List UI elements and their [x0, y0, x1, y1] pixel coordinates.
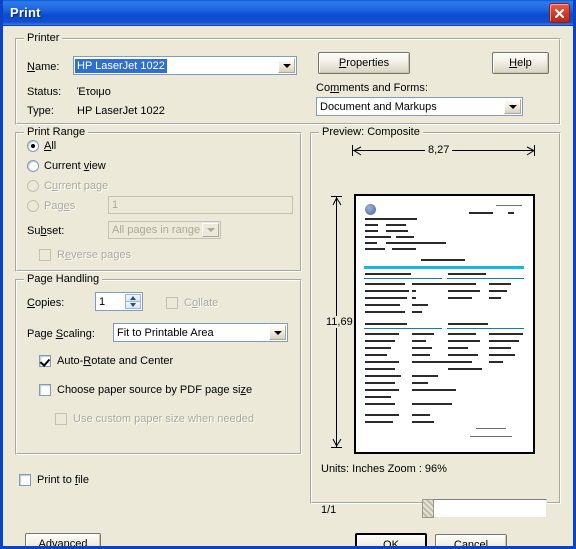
page-indicator-label: 1/1	[321, 504, 337, 516]
auto-rotate-check-indicator	[39, 355, 51, 367]
copies-value: 1	[99, 295, 106, 308]
radio-current-page-label: Current page	[44, 180, 109, 192]
subset-value: All pages in range	[112, 224, 201, 236]
properties-button-label: Properties	[338, 57, 390, 69]
print-to-file-checkbox[interactable]: Print to file	[19, 474, 89, 486]
title-bar: Print	[3, 0, 573, 26]
units-zoom-label: Units: Inches Zoom : 96%	[321, 463, 447, 475]
printer-type-label: Type:	[27, 105, 54, 117]
print-dialog-window: Print Printer Name: HP LaserJet 1022 Sta…	[0, 0, 576, 549]
printer-name-dropdown-button[interactable]	[278, 58, 295, 73]
radio-all-indicator	[27, 140, 39, 152]
page-scaling-value: Fit to Printable Area	[117, 326, 214, 339]
paper-source-checkbox[interactable]: Choose paper source by PDF page size	[39, 384, 252, 396]
radio-current-view-label: Current view	[44, 160, 106, 172]
arrow-right-icon	[526, 146, 535, 156]
arrow-up-icon	[332, 197, 342, 206]
page-scaling-combobox[interactable]: Fit to Printable Area	[113, 323, 288, 342]
reverse-pages-checkbox: Reverse pages	[39, 249, 131, 261]
chevron-down-icon	[282, 63, 291, 68]
page-scaling-label: Page Scaling:	[27, 328, 95, 340]
advanced-button[interactable]: Advanced	[25, 533, 101, 549]
collate-label: Collate	[184, 297, 219, 309]
close-icon	[554, 8, 565, 18]
ok-button-label: OK	[383, 539, 399, 549]
copies-label: Copies:	[27, 297, 65, 309]
preview-group-title: Preview: Composite	[319, 126, 423, 138]
chevron-down-icon	[508, 104, 517, 109]
width-dimension-label: 8,27	[425, 144, 453, 156]
help-button[interactable]: Help	[492, 52, 549, 74]
reverse-pages-check-indicator	[39, 249, 51, 261]
radio-current-view-indicator	[27, 160, 39, 172]
radio-pages-indicator	[27, 200, 39, 212]
printer-status-label: Status:	[27, 86, 62, 98]
window-title: Print	[10, 5, 41, 20]
subset-combobox: All pages in range	[108, 221, 221, 239]
printer-name-label: Name:	[27, 61, 60, 73]
chevron-down-icon	[273, 330, 282, 335]
comments-forms-label: Comments and Forms:	[316, 82, 428, 94]
custom-paper-size-label: Use custom paper size when needed	[73, 413, 254, 425]
cancel-button-label: Cancel	[453, 539, 489, 549]
printer-name-combobox[interactable]: HP LaserJet 1022	[73, 56, 297, 75]
preview-document-content	[356, 196, 533, 452]
pages-input: 1	[108, 196, 293, 214]
cancel-button[interactable]: Cancel	[435, 534, 507, 549]
radio-current-page-indicator	[27, 180, 39, 192]
document-logo-icon	[365, 204, 376, 215]
copies-decrement-button[interactable]	[125, 301, 141, 309]
radio-pages: Pages	[27, 200, 75, 212]
radio-current-page: Current page	[27, 180, 108, 192]
height-dimension-label: 11,69	[323, 316, 356, 328]
print-range-group-title: Print Range	[24, 126, 89, 138]
page-scaling-dropdown-button[interactable]	[269, 325, 286, 340]
printer-status-value: Έτοιμο	[77, 86, 111, 98]
advanced-button-label: Advanced	[38, 538, 88, 549]
print-to-file-label: Print to file	[37, 474, 89, 486]
paper-source-check-indicator	[39, 384, 51, 396]
arrow-left-icon	[353, 146, 362, 156]
subset-label: Subset:	[27, 225, 65, 237]
reverse-pages-label: Reverse pages	[57, 249, 132, 261]
comments-forms-dropdown-button[interactable]	[504, 99, 521, 114]
auto-rotate-label: Auto-Rotate and Center	[57, 355, 174, 367]
help-button-label: Help	[509, 57, 532, 69]
properties-button[interactable]: Properties	[318, 52, 410, 74]
collate-checkbox: Collate	[166, 297, 218, 309]
collate-check-indicator	[166, 297, 178, 309]
custom-paper-size-check-indicator	[55, 413, 67, 425]
preview-scrollbar-thumb[interactable]	[422, 499, 434, 518]
comments-forms-value: Document and Markups	[320, 100, 437, 113]
auto-rotate-checkbox[interactable]: Auto-Rotate and Center	[39, 355, 173, 367]
chevron-up-icon	[130, 296, 136, 300]
copies-increment-button[interactable]	[125, 294, 141, 301]
subset-dropdown-button	[202, 223, 219, 237]
ok-button[interactable]: OK	[355, 533, 427, 549]
copies-spinner-buttons[interactable]	[125, 294, 141, 309]
page-preview-thumbnail	[354, 194, 535, 454]
print-to-file-check-indicator	[19, 474, 31, 486]
pages-input-value: 1	[112, 199, 119, 211]
printer-group-title: Printer	[24, 32, 63, 44]
radio-current-view[interactable]: Current view	[27, 160, 106, 172]
chevron-down-icon	[130, 303, 136, 307]
printer-type-value: HP LaserJet 1022	[77, 105, 165, 117]
radio-pages-label: Pages	[44, 200, 76, 212]
custom-paper-size-checkbox: Use custom paper size when needed	[55, 413, 254, 425]
page-handling-group-title: Page Handling	[24, 273, 103, 285]
arrow-down-icon	[332, 438, 342, 447]
radio-all-label: All	[44, 140, 57, 152]
paper-source-label: Choose paper source by PDF page size	[57, 384, 253, 396]
comments-forms-combobox[interactable]: Document and Markups	[316, 97, 523, 116]
preview-page-scrollbar[interactable]	[422, 499, 547, 518]
copies-spinner[interactable]: 1	[95, 292, 143, 311]
close-button[interactable]	[549, 3, 570, 23]
printer-name-value: HP LaserJet 1022	[75, 58, 167, 73]
dialog-body: Printer Name: HP LaserJet 1022 Status: Έ…	[3, 26, 573, 546]
radio-all[interactable]: All	[27, 140, 56, 152]
chevron-down-icon	[206, 228, 215, 232]
